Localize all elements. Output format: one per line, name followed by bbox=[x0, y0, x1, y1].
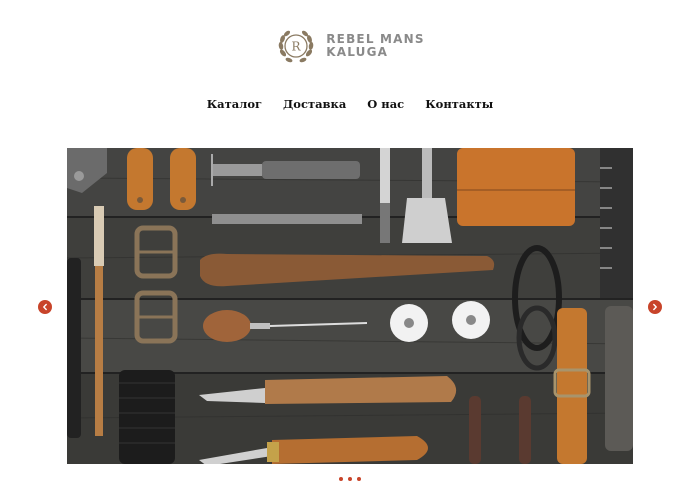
slider-dot-3[interactable] bbox=[357, 477, 361, 481]
slide-image bbox=[67, 148, 633, 464]
nav-delivery-link[interactable]: Доставка bbox=[283, 97, 346, 111]
logo-line-2: KALUGA bbox=[326, 45, 389, 59]
main-nav: Каталог Доставка О нас Контакты bbox=[0, 97, 700, 111]
logo-text: REBEL MANS KALUGA bbox=[326, 33, 425, 59]
laurel-wreath-icon: R bbox=[278, 30, 314, 63]
slider-next-button[interactable] bbox=[648, 300, 662, 314]
nav-catalog-link[interactable]: Каталог bbox=[207, 97, 262, 111]
slider-prev-button[interactable] bbox=[38, 300, 52, 314]
slider-pagination bbox=[0, 477, 700, 481]
site-logo[interactable]: R REBEL MANS KALUGA bbox=[0, 25, 700, 67]
hero-slider[interactable] bbox=[67, 148, 633, 464]
chevron-left-icon bbox=[43, 303, 47, 311]
slider-dot-2[interactable] bbox=[348, 477, 352, 481]
chevron-right-icon bbox=[653, 303, 657, 311]
logo-monogram: R bbox=[292, 40, 302, 54]
slider-dot-1[interactable] bbox=[339, 477, 343, 481]
nav-contacts-link[interactable]: Контакты bbox=[425, 97, 493, 111]
nav-about-link[interactable]: О нас bbox=[367, 97, 404, 111]
